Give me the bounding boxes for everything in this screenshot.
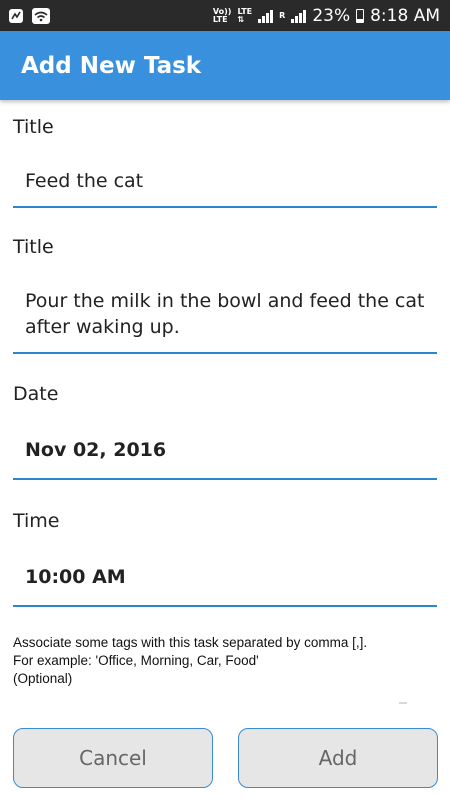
title-input[interactable]: Feed the cat bbox=[13, 160, 437, 208]
tags-hint-line-2: For example: 'Office, Morning, Car, Food… bbox=[13, 653, 259, 668]
tags-input-marker bbox=[399, 702, 407, 704]
volte-indicator: Vo)) LTE bbox=[212, 6, 232, 24]
tags-hint-line-1: Associate some tags with this task separ… bbox=[13, 635, 368, 650]
date-input[interactable]: Nov 02, 2016 bbox=[13, 428, 437, 480]
battery-icon bbox=[356, 8, 365, 23]
status-bar: Vo)) LTE LTE ⇅ R 23% 8:18 AM bbox=[0, 0, 450, 31]
roaming-indicator: R bbox=[279, 10, 286, 20]
status-right-icons: Vo)) LTE LTE ⇅ R 23% 8:18 AM bbox=[213, 6, 440, 26]
cancel-button[interactable]: Cancel bbox=[13, 728, 213, 788]
tags-hint: Associate some tags with this task separ… bbox=[13, 634, 437, 688]
signal-icon bbox=[258, 9, 274, 23]
time-label: Time bbox=[13, 510, 60, 532]
status-left-icons bbox=[8, 7, 50, 24]
tags-input[interactable] bbox=[13, 686, 437, 706]
description-input[interactable]: Pour the milk in the bowl and feed the c… bbox=[13, 280, 437, 354]
time-input[interactable]: 10:00 AM bbox=[13, 555, 437, 607]
notification-icon bbox=[8, 8, 24, 24]
app-bar: Add New Task bbox=[0, 31, 450, 100]
title-label: Title bbox=[13, 116, 54, 138]
description-label: Title bbox=[13, 236, 54, 258]
date-label: Date bbox=[13, 383, 59, 405]
wifi-icon bbox=[32, 7, 50, 24]
signal-icon-2 bbox=[291, 9, 307, 23]
clock: 8:18 AM bbox=[370, 5, 440, 26]
page-title: Add New Task bbox=[21, 52, 202, 79]
lte-indicator: LTE ⇅ bbox=[237, 6, 253, 24]
battery-percent: 23% bbox=[312, 5, 351, 26]
add-button[interactable]: Add bbox=[238, 728, 438, 788]
